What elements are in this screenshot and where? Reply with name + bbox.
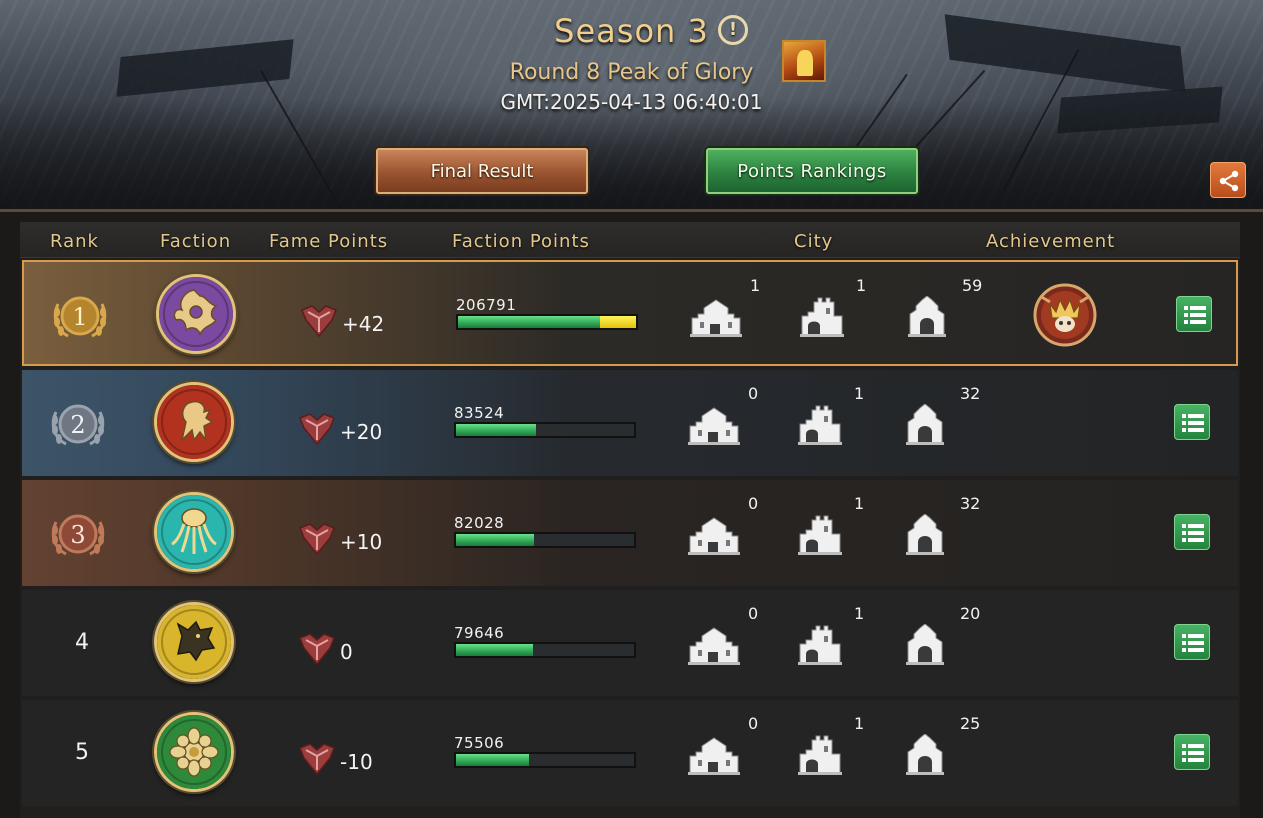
faction-points-bar-fill <box>456 424 536 436</box>
fame-points-icon <box>296 516 338 558</box>
faction-points-bar <box>454 532 636 548</box>
faction-points-bar-fill <box>456 534 534 546</box>
faction-points-value: 79646 <box>454 624 505 642</box>
list-icon <box>1182 634 1204 652</box>
svg-text:1: 1 <box>72 303 87 331</box>
table-header: Rank Faction Fame Points Faction Points … <box>20 222 1240 258</box>
tower-city-count: 1 <box>854 384 865 403</box>
row-detail-button[interactable] <box>1174 624 1210 660</box>
table-row: 5 -10 75506 0 1 25 <box>22 700 1238 806</box>
fortress-city-count: 0 <box>748 714 759 733</box>
faction-points-value: 206791 <box>456 296 517 314</box>
dragon-sigil-icon[interactable] <box>156 274 236 354</box>
faction-points-bar-bonus <box>600 316 636 328</box>
gmt-timestamp: GMT:2025-04-13 06:40:01 <box>500 90 763 114</box>
tower-city-count: 1 <box>854 714 865 733</box>
fame-points-value: +42 <box>342 312 385 336</box>
fortress-city-count: 0 <box>748 604 759 623</box>
rose-sigil-icon[interactable] <box>154 712 234 792</box>
tower-city-count: 1 <box>856 276 867 295</box>
season-banner: Season 3 ! Round 8 Peak of Glory GMT:202… <box>0 0 1263 212</box>
row-detail-button[interactable] <box>1174 734 1210 770</box>
fame-points-value: 0 <box>340 640 353 664</box>
rank-number: 5 <box>75 740 89 765</box>
direwolf-sigil-icon[interactable] <box>154 602 234 682</box>
fame-points-value: -10 <box>340 750 373 774</box>
rank-medal-icon: 1 <box>48 290 112 342</box>
share-icon <box>1219 170 1239 192</box>
row-detail-button[interactable] <box>1174 514 1210 550</box>
tower-city-count: 1 <box>854 494 865 513</box>
gatehouse-city-count: 59 <box>962 276 983 295</box>
fame-points-icon <box>298 298 340 340</box>
rank-medal-icon: 3 <box>46 508 110 560</box>
faction-points-bar <box>454 422 636 438</box>
list-icon <box>1184 306 1206 324</box>
gatehouse-city-count: 25 <box>960 714 981 733</box>
fortress-city-count: 0 <box>748 494 759 513</box>
gatehouse-city-count: 32 <box>960 384 981 403</box>
fame-points-value: +10 <box>340 530 383 554</box>
list-icon <box>1182 744 1204 762</box>
points-rankings-button[interactable]: Points Rankings <box>706 148 918 194</box>
final-result-button[interactable]: Final Result <box>376 148 588 194</box>
faction-points-bar-fill <box>456 644 533 656</box>
kraken-sigil-icon[interactable] <box>154 492 234 572</box>
header-rank: Rank <box>50 231 99 252</box>
table-row: 3 +10 82028 0 1 32 <box>22 480 1238 586</box>
table-row: 4 0 79646 0 1 20 <box>22 590 1238 696</box>
header-faction-points: Faction Points <box>452 231 590 252</box>
faction-points-bar <box>454 642 636 658</box>
faction-points-bar-fill <box>458 316 600 328</box>
fame-points-icon <box>296 626 338 668</box>
season-title: Season 3 <box>554 12 709 50</box>
round-portrait-icon <box>782 40 826 82</box>
row-detail-button[interactable] <box>1174 404 1210 440</box>
lion-sigil-icon[interactable] <box>154 382 234 462</box>
table-row: 2 +20 83524 0 1 32 <box>22 370 1238 476</box>
info-icon[interactable]: ! <box>718 15 748 45</box>
rank-medal-icon: 2 <box>46 398 110 450</box>
round-title: Round 8 Peak of Glory <box>509 60 754 85</box>
list-icon <box>1182 524 1204 542</box>
share-button[interactable] <box>1210 162 1246 198</box>
table-row: 1 +42 206791 1 1 59 <box>22 260 1238 366</box>
faction-points-bar-fill <box>456 754 529 766</box>
svg-text:2: 2 <box>70 411 85 439</box>
faction-points-value: 82028 <box>454 514 505 532</box>
row-detail-button[interactable] <box>1176 296 1212 332</box>
svg-text:3: 3 <box>70 521 85 549</box>
fortress-city-count: 0 <box>748 384 759 403</box>
header-faction: Faction <box>160 231 232 252</box>
fame-points-icon <box>296 406 338 448</box>
faction-points-bar <box>454 752 636 768</box>
header-fame-points: Fame Points <box>269 231 389 252</box>
header-achievement: Achievement <box>986 231 1116 252</box>
fame-points-value: +20 <box>340 420 383 444</box>
gatehouse-city-count: 20 <box>960 604 981 623</box>
header-city: City <box>794 231 834 252</box>
faction-points-bar <box>456 314 638 330</box>
skull-crown-badge-icon[interactable] <box>1032 282 1098 348</box>
fortress-city-count: 1 <box>750 276 761 295</box>
fame-points-icon <box>296 736 338 778</box>
faction-points-value: 83524 <box>454 404 505 422</box>
faction-points-value: 75506 <box>454 734 505 752</box>
rank-number: 4 <box>75 630 89 655</box>
banner-army-silhouette <box>0 99 1263 209</box>
gatehouse-city-count: 32 <box>960 494 981 513</box>
rankings-table: Rank Faction Fame Points Faction Points … <box>20 222 1240 818</box>
list-icon <box>1182 414 1204 432</box>
tower-city-count: 1 <box>854 604 865 623</box>
